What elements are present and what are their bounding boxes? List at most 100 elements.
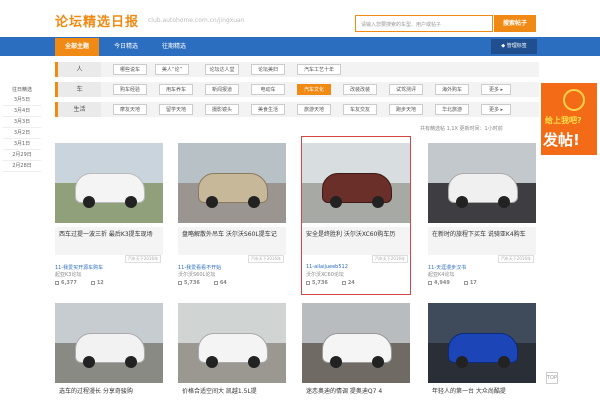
filter-tag[interactable]: 电动车 [251, 84, 285, 95]
watermark: 汽车天下2016年 [497, 255, 534, 263]
filter-tag[interactable]: 摄影镜头 [205, 104, 239, 115]
post-card[interactable]: 盘略解散外吊车 沃尔沃S60L提车记 汽车天下2016年 11-我爱看看不开始 … [178, 143, 286, 293]
post-author[interactable]: 11-ailaijueeb512 [306, 264, 348, 270]
car-photo[interactable] [302, 143, 410, 223]
post-card[interactable]: 在新时的旅程下买车 说骑亚K4购车 汽车天下2016年 11-天涯漫步汉书 起亚… [428, 143, 536, 293]
search-button[interactable]: 搜索帖子 [494, 15, 536, 32]
reply-icon [463, 280, 468, 285]
forum-name[interactable]: 起亚K4论坛 [428, 271, 454, 278]
top-nav: 全部主题 今日精选 往期精选 ◆ 管理标签 [0, 37, 600, 56]
filter-tag[interactable]: 华北旅游 [435, 104, 469, 115]
filter-tag[interactable]: 海外购车 [435, 84, 469, 95]
filter-more[interactable]: 更多 ▸ [481, 84, 511, 95]
post-title[interactable]: 在新时的旅程下买车 说骑亚K4购车 [428, 227, 536, 255]
post-card-highlighted[interactable]: 安全是终胜利 沃尔沃XC60购车历 汽车天下2016年 11-ailaijuee… [301, 136, 411, 295]
forum-name[interactable]: 沃尔沃XC60论坛 [306, 271, 344, 278]
car-photo[interactable] [55, 303, 163, 383]
site-url: club.autohome.com.cn/jingxuan [148, 17, 245, 24]
post-stats: 5,736 24 [306, 280, 369, 286]
header: 论坛精选日报 club.autohome.com.cn/jingxuan 请输入… [0, 0, 600, 36]
car-photo[interactable] [428, 303, 536, 383]
sidebar-title: 往日精选 [11, 87, 32, 93]
filter-tag[interactable]: 哪些说车 [113, 64, 147, 75]
filter-more[interactable]: 更多 ▸ [481, 104, 511, 115]
filter-tag[interactable]: 新闻报道 [205, 84, 239, 95]
megaphone-icon [563, 89, 585, 111]
tab-archive[interactable]: 往期精选 [152, 38, 196, 56]
filter-tag[interactable]: 摩友天地 [113, 104, 147, 115]
filter-tag[interactable]: 论坛美妇 [251, 64, 285, 75]
filter-label: 生活 [55, 102, 101, 117]
filter-tag-active[interactable]: 汽车文化 [297, 84, 331, 95]
post-card[interactable]: 迷恋奥迪的情调 提奥迪Q7 4 [302, 303, 410, 398]
filter-tag[interactable]: 汽车工艺十年 [297, 64, 341, 75]
sidebar-date[interactable]: 3月2日 [3, 128, 41, 139]
reply-count: 17 [469, 280, 477, 286]
post-stats: 4,949 17 [428, 280, 491, 286]
view-icon [428, 280, 432, 285]
filter-tag[interactable]: 用车养车 [159, 84, 193, 95]
filter-panel: 人 哪些说车 美人“论” 论坛达人堂 论坛美妇 汽车工艺十年 车 购车经验 用车… [55, 62, 539, 117]
post-title[interactable]: 价格合适空间大 凯越1.5L提 [178, 386, 286, 395]
post-title[interactable]: 年轻人的第一台 大众尚酷提 [428, 386, 536, 395]
car-photo[interactable] [178, 143, 286, 223]
post-card[interactable]: 西车过提一波三折 最后K3提车现场 汽车天下2016年 11-我爱买开源车购车 … [55, 143, 163, 293]
post-card[interactable]: 选车的过程漫长 分享奇骏购 [55, 303, 163, 398]
reply-count: 24 [347, 280, 355, 286]
car-photo[interactable] [55, 143, 163, 223]
post-card[interactable]: 价格合适空间大 凯越1.5L提 [178, 303, 286, 398]
sidebar-date[interactable]: 3月5日 [3, 95, 41, 106]
view-icon [178, 280, 182, 285]
post-title[interactable]: 西车过提一波三折 最后K3提车现场 [55, 227, 163, 255]
sidebar-date[interactable]: 3月4日 [3, 106, 41, 117]
post-author[interactable]: 11-我爱买开源车购车 [55, 264, 103, 271]
post-title[interactable]: 安全是终胜利 沃尔沃XC60购车历 [302, 227, 410, 255]
watermark: 汽车天下2016年 [371, 255, 408, 263]
filter-row-life: 生活 摩友天地 留学天地 摄影镜头 美食生活 旅游天地 车友交友 跑步天地 华北… [55, 102, 539, 117]
back-to-top-button[interactable]: TOP [546, 372, 558, 384]
filter-tag[interactable]: 留学天地 [159, 104, 193, 115]
sidebar-date[interactable]: 2月28日 [3, 161, 41, 172]
watermark: 汽车天下2016年 [124, 255, 161, 263]
sidebar-date[interactable]: 3月3日 [3, 117, 41, 128]
view-count: 4,949 [434, 280, 450, 286]
car-photo[interactable] [302, 303, 410, 383]
filter-tag[interactable]: 美食生活 [251, 104, 285, 115]
view-icon [55, 280, 59, 285]
filter-tag[interactable]: 论坛达人堂 [205, 64, 239, 75]
filter-tag[interactable]: 跑步天地 [389, 104, 423, 115]
filter-tag[interactable]: 改装改装 [343, 84, 377, 95]
filter-tag[interactable]: 车友交友 [343, 104, 377, 115]
view-count: 5,736 [312, 280, 328, 286]
filter-tag[interactable]: 试驾测评 [389, 84, 423, 95]
sidebar-date[interactable]: 2月29日 [3, 150, 41, 161]
reply-count: 12 [96, 280, 104, 286]
tab-all[interactable]: 全部主题 [55, 38, 99, 56]
view-count: 6,377 [61, 280, 77, 286]
filter-row-people: 人 哪些说车 美人“论” 论坛达人堂 论坛美妇 汽车工艺十年 [55, 62, 539, 77]
post-author[interactable]: 11-我爱看看不开始 [178, 264, 221, 271]
sidebar-date[interactable]: 3月1日 [3, 139, 41, 150]
post-card[interactable]: 年轻人的第一台 大众尚酷提 [428, 303, 536, 398]
filter-label: 车 [55, 82, 101, 97]
manage-tags-button[interactable]: ◆ 管理标签 [491, 39, 537, 54]
update-info: 共有精选帖 1,1X 更新时间：1小时前 [420, 126, 503, 132]
date-sidebar: 往日精选 3月5日 3月4日 3月3日 3月2日 3月1日 2月29日 2月28… [3, 85, 41, 172]
post-title[interactable]: 迷恋奥迪的情调 提奥迪Q7 4 [302, 386, 410, 395]
tab-today[interactable]: 今日精选 [104, 38, 148, 56]
car-photo[interactable] [178, 303, 286, 383]
forum-name[interactable]: 沃尔沃S60L论坛 [178, 271, 215, 278]
promo-banner[interactable]: 给上我吧? 发帖! [541, 83, 597, 155]
view-icon [306, 280, 310, 285]
post-title[interactable]: 选车的过程漫长 分享奇骏购 [55, 386, 163, 395]
site-logo[interactable]: 论坛精选日报 [55, 11, 139, 30]
car-photo[interactable] [428, 143, 536, 223]
post-author[interactable]: 11-天涯漫步汉书 [428, 264, 466, 271]
filter-tag[interactable]: 美人“论” [155, 64, 189, 75]
forum-name[interactable]: 起亚K3论坛 [55, 271, 81, 278]
search-input[interactable]: 请输入您要搜索的车型、用户或帖子 [355, 15, 493, 32]
filter-tag[interactable]: 旅游天地 [297, 104, 331, 115]
post-title[interactable]: 盘略解散外吊车 沃尔沃S60L提车记 [178, 227, 286, 255]
reply-count: 64 [219, 280, 227, 286]
filter-tag[interactable]: 购车经验 [113, 84, 147, 95]
